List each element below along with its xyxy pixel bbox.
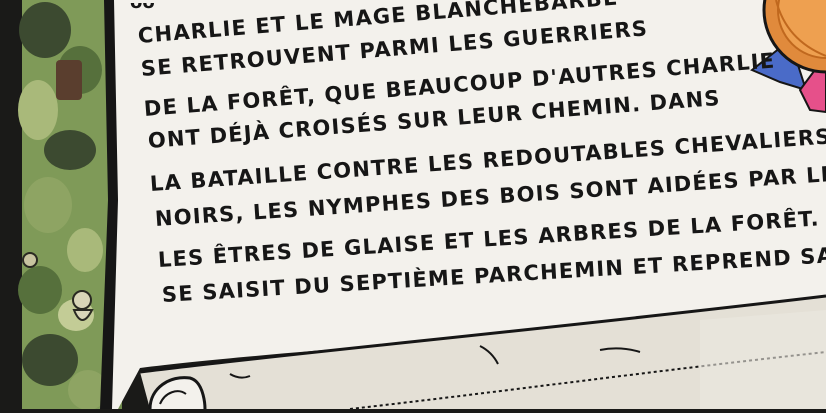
svg-text:ᴗᴗ: ᴗᴗ [130,0,155,13]
page-edge [0,0,22,409]
book-page: ᴗᴗ CHARLIE ET LE MAGE BLANCHEBARBE SE RE… [0,0,826,410]
